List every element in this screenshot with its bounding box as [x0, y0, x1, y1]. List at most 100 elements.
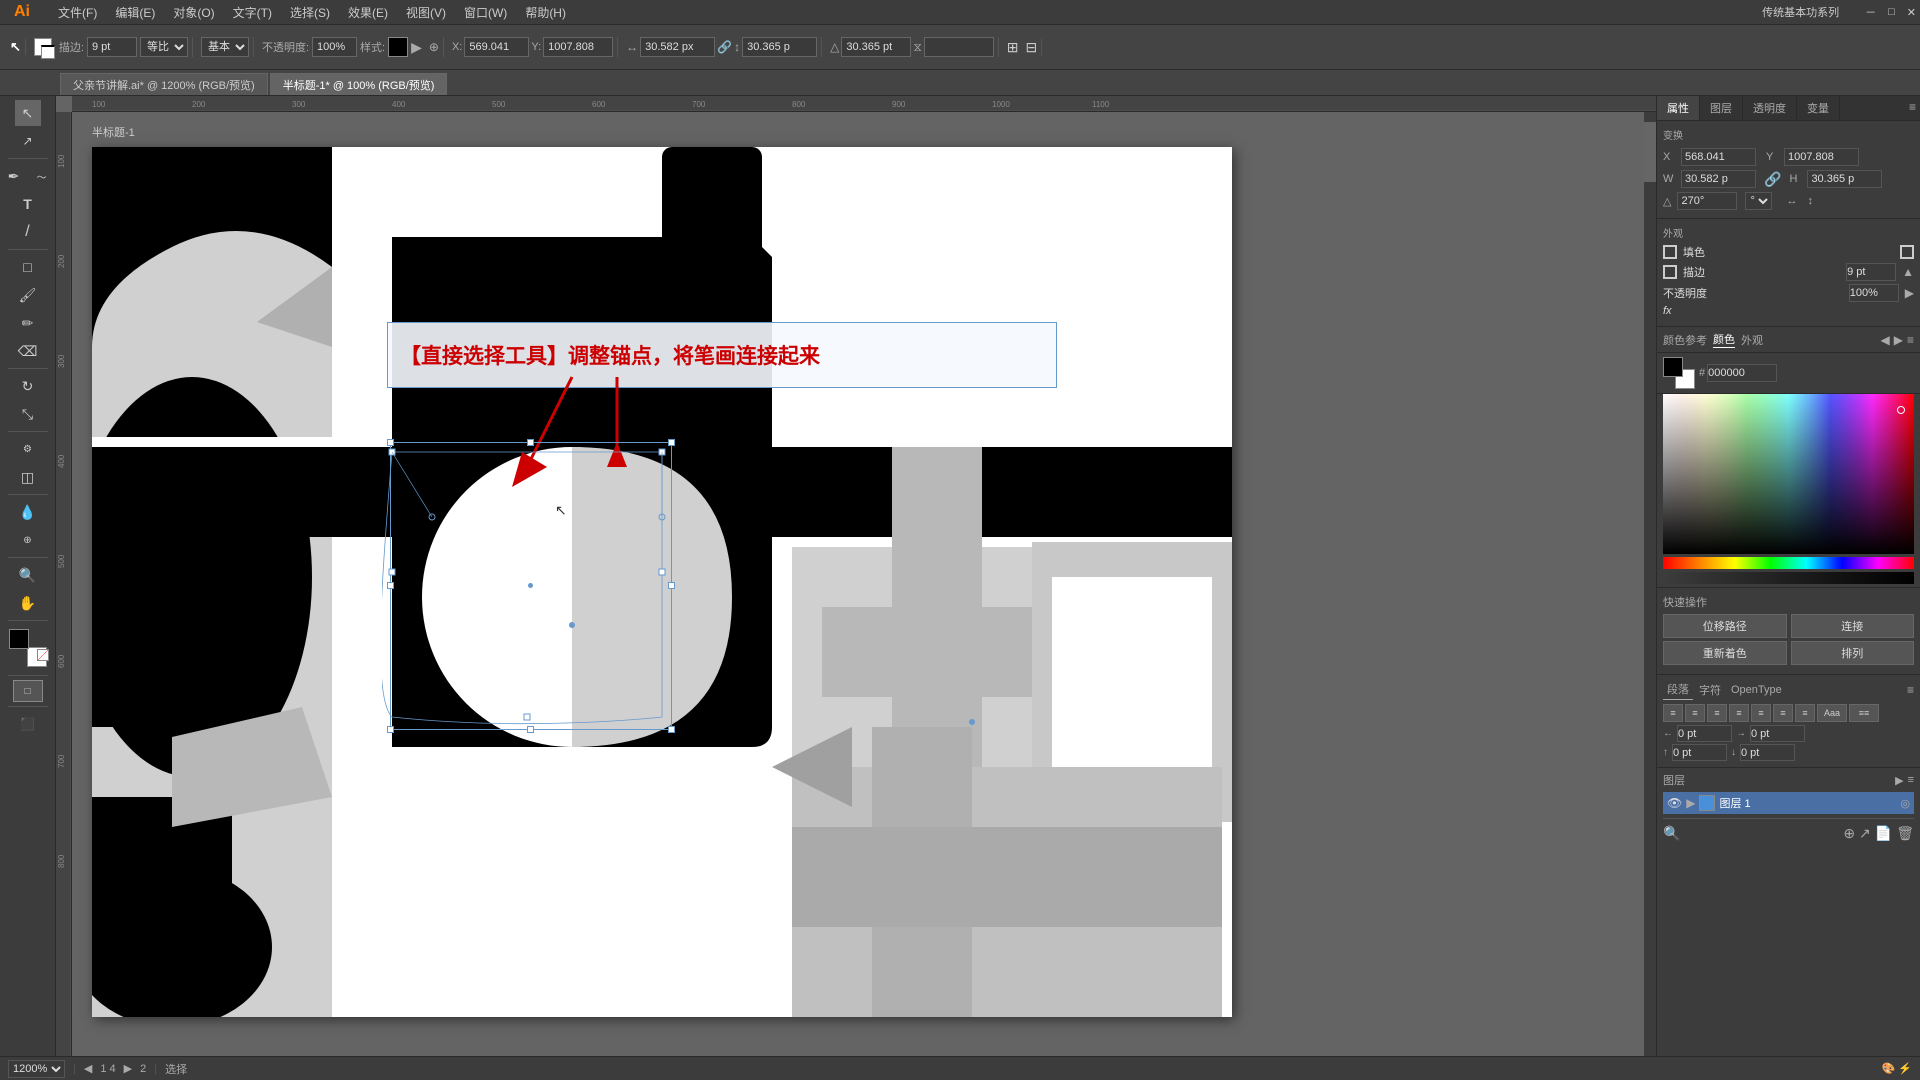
zoom-tool[interactable]: 🔍 — [15, 562, 41, 588]
panel-tab-transparency[interactable]: 透明度 — [1743, 96, 1797, 120]
handle-br[interactable] — [668, 726, 675, 733]
lock-proportions-icon[interactable]: 🔗 — [1764, 171, 1781, 188]
hue-bar[interactable] — [1663, 557, 1914, 569]
tab-1[interactable]: 半标题-1* @ 100% (RGB/预览) — [270, 73, 448, 95]
recolor-btn[interactable]: 重新着色 — [1663, 641, 1787, 665]
rect-tool[interactable]: □ — [15, 254, 41, 280]
screen-mode-btn[interactable]: ⬛ — [15, 711, 41, 737]
handle-mr[interactable] — [668, 582, 675, 589]
hex-input[interactable] — [1707, 364, 1777, 382]
handle-tm[interactable] — [527, 439, 534, 446]
align-left-btn[interactable]: ≡ — [1663, 704, 1683, 722]
style-options-icon[interactable]: ▶ — [411, 39, 422, 56]
prev-page-btn[interactable]: ◀ — [84, 1062, 92, 1075]
y-coord-input[interactable] — [543, 37, 613, 57]
align-cjk-btn[interactable]: ≡≡ — [1849, 704, 1879, 722]
color-spectrum-container[interactable] — [1657, 394, 1920, 588]
line-tool[interactable]: / — [15, 219, 41, 245]
menu-help[interactable]: 帮助(H) — [517, 2, 574, 23]
opacity-appearance-input[interactable] — [1849, 284, 1899, 302]
none-swatch[interactable] — [37, 649, 49, 661]
rotate-tool[interactable]: ↻ — [15, 373, 41, 399]
align-center-btn[interactable]: ≡ — [1685, 704, 1705, 722]
handle-bl[interactable] — [387, 726, 394, 733]
left-indent-input[interactable] — [1677, 725, 1732, 742]
stroke-size-input[interactable] — [87, 37, 137, 57]
fx-label[interactable]: fx — [1663, 305, 1672, 317]
right-indent-input[interactable] — [1750, 725, 1805, 742]
new-layer-icon[interactable]: 📄 — [1875, 825, 1892, 842]
blend-tool[interactable]: ⚙ — [15, 436, 41, 462]
menu-object[interactable]: 对象(O) — [165, 2, 222, 23]
color-spectrum-picker[interactable] — [1663, 394, 1914, 554]
measure-tool[interactable]: ⊕ — [15, 527, 41, 553]
panel-menu-icon[interactable]: ≡ — [1905, 96, 1920, 120]
para-panel-menu-icon[interactable]: ≡ — [1907, 683, 1914, 697]
move-to-layer-icon[interactable]: ↗ — [1859, 825, 1871, 842]
menu-select[interactable]: 选择(S) — [282, 2, 338, 23]
color-ref-tab[interactable]: 颜色参考 — [1663, 332, 1707, 348]
next-page-btn[interactable]: ▶ — [124, 1062, 132, 1075]
angle-input[interactable] — [841, 37, 911, 57]
shear-input[interactable] — [924, 37, 994, 57]
x-transform-input[interactable] — [1681, 148, 1756, 166]
panel-tab-layers[interactable]: 图层 — [1700, 96, 1743, 120]
flip-v-icon[interactable]: ↕ — [1807, 195, 1813, 207]
curvature-tool[interactable]: 〜 — [29, 163, 55, 189]
stroke-up-icon[interactable]: ▲ — [1902, 265, 1914, 279]
transform-icon[interactable]: ⊞ — [1007, 39, 1019, 56]
x-coord-input[interactable] — [464, 37, 529, 57]
eraser-tool[interactable]: ⌫ — [15, 338, 41, 364]
align-right-btn[interactable]: ≡ — [1707, 704, 1727, 722]
menu-type[interactable]: 文字(T) — [225, 2, 280, 23]
menu-file[interactable]: 文件(F) — [50, 2, 105, 23]
pencil-tool[interactable]: ✏ — [15, 310, 41, 336]
layers-expand-icon[interactable]: ▶ — [1895, 774, 1903, 787]
new-graphic-style-icon[interactable]: ⊕ — [429, 40, 439, 54]
close-button[interactable]: ✕ — [1907, 6, 1916, 19]
status-right-controls[interactable]: 🎨 ⚡ — [1882, 1062, 1912, 1075]
hand-tool[interactable]: ✋ — [15, 590, 41, 616]
fill-swatch[interactable] — [9, 629, 29, 649]
draw-inside-btn[interactable]: □ — [13, 680, 43, 702]
eyedropper-tool[interactable]: 💧 — [15, 499, 41, 525]
h-transform-input[interactable] — [1807, 170, 1882, 188]
angle-unit-select[interactable]: ° — [1745, 192, 1772, 210]
handle-tr[interactable] — [668, 439, 675, 446]
maximize-button[interactable]: □ — [1888, 6, 1895, 18]
type-tool[interactable]: T — [15, 191, 41, 217]
handle-ml[interactable] — [387, 582, 394, 589]
paintbrush-tool[interactable]: 🖌 — [15, 282, 41, 308]
panel-tab-properties[interactable]: 属性 — [1657, 96, 1700, 120]
width-input[interactable] — [640, 37, 715, 57]
align-optical-btn[interactable]: Aaa — [1817, 704, 1847, 722]
char-tab[interactable]: 字符 — [1695, 680, 1725, 700]
fill-indicator[interactable] — [34, 38, 52, 56]
page-input-area[interactable]: 2 — [140, 1063, 146, 1075]
color-tab-active[interactable]: 颜色 — [1713, 331, 1735, 348]
scale-tool[interactable]: ⤡ — [15, 401, 41, 427]
align-justify-last-center-btn[interactable]: ≡ — [1773, 704, 1793, 722]
offset-path-btn[interactable]: 位移路径 — [1663, 614, 1787, 638]
select-tool[interactable]: ↖ — [15, 100, 41, 126]
align-justify-last-left-btn[interactable]: ≡ — [1751, 704, 1771, 722]
angle-transform-input[interactable] — [1677, 192, 1737, 210]
flip-h-icon[interactable]: ↔ — [1786, 195, 1797, 207]
alpha-bar[interactable] — [1663, 572, 1914, 584]
link-proportions-icon[interactable]: 🔗 — [717, 40, 732, 54]
delete-layer-icon[interactable]: 🗑 — [1896, 825, 1914, 842]
menu-view[interactable]: 视图(V) — [398, 2, 454, 23]
direct-select-tool-icon[interactable]: ↖ — [10, 39, 21, 55]
join-btn[interactable]: 连接 — [1791, 614, 1915, 638]
panel-tab-variables[interactable]: 变量 — [1797, 96, 1840, 120]
handle-tl[interactable] — [387, 439, 394, 446]
menu-effect[interactable]: 效果(E) — [340, 2, 396, 23]
menu-window[interactable]: 窗口(W) — [456, 2, 515, 23]
layer-target-icon[interactable]: ◎ — [1900, 797, 1910, 810]
align-justify-all-btn[interactable]: ≡ — [1795, 704, 1815, 722]
fill-color-swatch[interactable] — [1663, 357, 1683, 377]
vertical-scrollbar-thumb[interactable] — [1644, 122, 1656, 182]
y-transform-input[interactable] — [1784, 148, 1859, 166]
layers-panel-menu-icon[interactable]: ≡ — [1908, 774, 1914, 787]
fill-style-select[interactable]: 基本 — [201, 37, 249, 57]
